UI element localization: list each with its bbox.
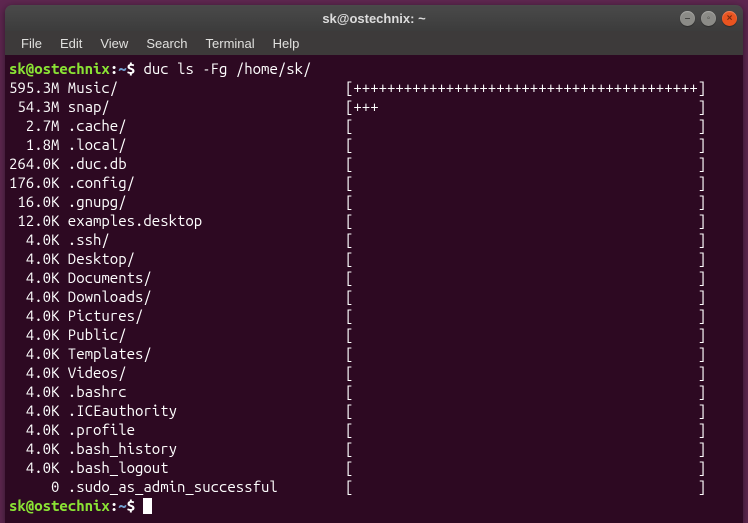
- output-row: 4.0K .bashrc [ ]: [9, 382, 739, 401]
- minimize-button[interactable]: –: [680, 11, 695, 26]
- cursor: [143, 498, 152, 514]
- menu-file[interactable]: File: [13, 34, 50, 53]
- menu-help[interactable]: Help: [265, 34, 308, 53]
- output-row: 264.0K .duc.db [ ]: [9, 154, 739, 173]
- command-line: sk@ostechnix:~$ duc ls -Fg /home/sk/: [9, 59, 739, 78]
- output-row: 4.0K .bash_history [ ]: [9, 439, 739, 458]
- titlebar[interactable]: sk@ostechnix: ~ – ◦ ×: [5, 5, 743, 31]
- menubar: File Edit View Search Terminal Help: [5, 31, 743, 55]
- output-row: 2.7M .cache/ [ ]: [9, 116, 739, 135]
- maximize-button[interactable]: ◦: [701, 11, 716, 26]
- output-row: 4.0K .ssh/ [ ]: [9, 230, 739, 249]
- window-title: sk@ostechnix: ~: [322, 11, 425, 26]
- typed-command: duc ls -Fg /home/sk/: [143, 60, 311, 77]
- output-row: 4.0K .ICEauthority [ ]: [9, 401, 739, 420]
- close-button[interactable]: ×: [722, 11, 737, 26]
- output-row: 1.8M .local/ [ ]: [9, 135, 739, 154]
- output-row: 4.0K Downloads/ [ ]: [9, 287, 739, 306]
- output-row: 12.0K examples.desktop [ ]: [9, 211, 739, 230]
- output-row: 4.0K Desktop/ [ ]: [9, 249, 739, 268]
- output-row: 4.0K Videos/ [ ]: [9, 363, 739, 382]
- terminal-window: sk@ostechnix: ~ – ◦ × File Edit View Sea…: [5, 5, 743, 523]
- output-row: 54.3M snap/ [+++ ]: [9, 97, 739, 116]
- menu-terminal[interactable]: Terminal: [198, 34, 263, 53]
- menu-search[interactable]: Search: [138, 34, 195, 53]
- output-row: 4.0K Templates/ [ ]: [9, 344, 739, 363]
- output-row: 4.0K Documents/ [ ]: [9, 268, 739, 287]
- menu-view[interactable]: View: [92, 34, 136, 53]
- window-controls: – ◦ ×: [680, 11, 737, 26]
- output-row: 0 .sudo_as_admin_successful [ ]: [9, 477, 739, 496]
- output-row: 4.0K .profile [ ]: [9, 420, 739, 439]
- output-row: 4.0K .bash_logout [ ]: [9, 458, 739, 477]
- output-row: 4.0K Public/ [ ]: [9, 325, 739, 344]
- output-row: 4.0K Pictures/ [ ]: [9, 306, 739, 325]
- output-row: 176.0K .config/ [ ]: [9, 173, 739, 192]
- terminal-body[interactable]: sk@ostechnix:~$ duc ls -Fg /home/sk/595.…: [5, 55, 743, 523]
- prompt-line: sk@ostechnix:~$: [9, 496, 739, 515]
- output-row: 16.0K .gnupg/ [ ]: [9, 192, 739, 211]
- menu-edit[interactable]: Edit: [52, 34, 90, 53]
- output-row: 595.3M Music/ [+++++++++++++++++++++++++…: [9, 78, 739, 97]
